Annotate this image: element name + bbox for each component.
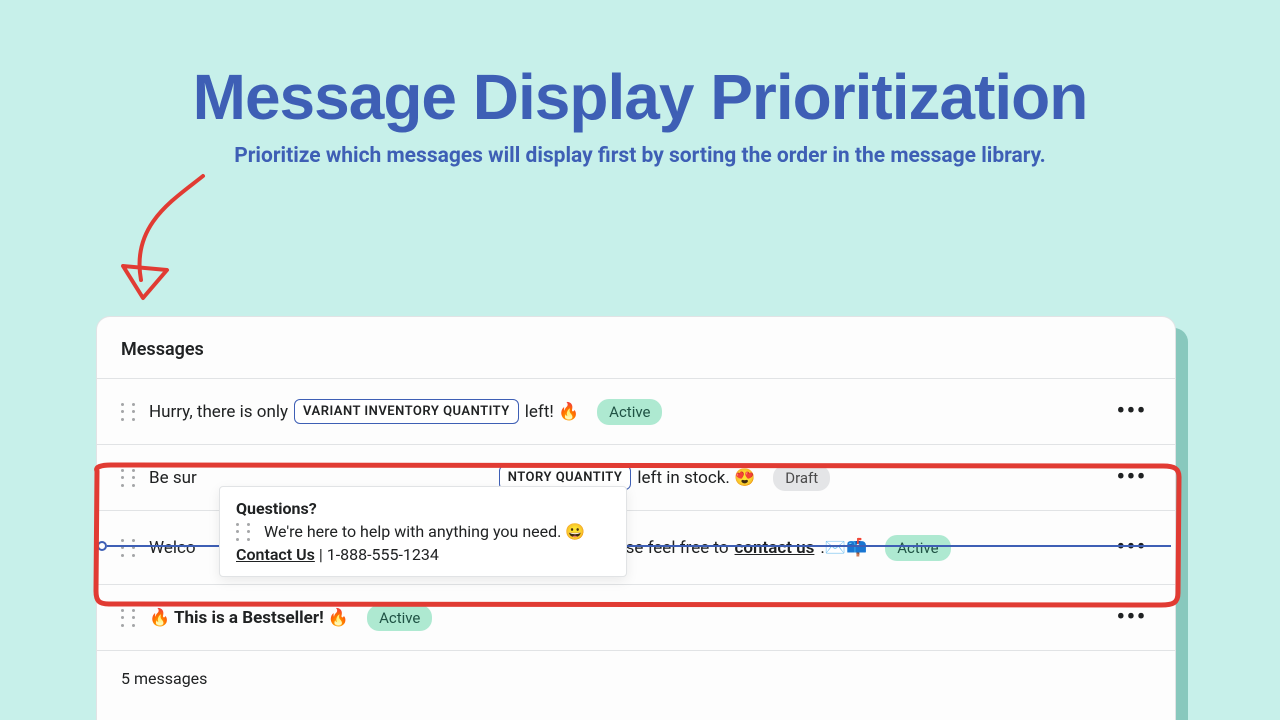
message-text: .✉️📫 bbox=[820, 538, 867, 558]
page-subtitle: Prioritize which messages will display f… bbox=[0, 144, 1280, 168]
card-header: Messages bbox=[97, 317, 1175, 379]
drag-handle-icon[interactable] bbox=[121, 609, 135, 627]
status-badge: Active bbox=[597, 399, 662, 425]
more-actions-icon[interactable]: ••• bbox=[1113, 461, 1151, 494]
message-text: Welco bbox=[149, 538, 196, 558]
contact-us-link[interactable]: Contact Us bbox=[236, 545, 315, 564]
contact-us-link[interactable]: contact us bbox=[735, 538, 815, 558]
drag-preview-title: Questions? bbox=[236, 499, 610, 518]
message-row[interactable]: 🔥 This is a Bestseller! 🔥 Active ••• bbox=[97, 585, 1175, 651]
status-badge: Active bbox=[367, 605, 432, 631]
status-badge: Draft bbox=[773, 465, 830, 491]
message-text: 🔥 This is a Bestseller! 🔥 bbox=[149, 608, 349, 628]
message-text: left! 🔥 bbox=[525, 402, 579, 422]
more-actions-icon[interactable]: ••• bbox=[1113, 601, 1151, 634]
drag-handle-icon[interactable] bbox=[121, 539, 135, 557]
drop-indicator-dot bbox=[97, 541, 107, 551]
messages-count: 5 messages bbox=[97, 651, 1175, 706]
variable-token[interactable]: VARIANT INVENTORY QUANTITY bbox=[294, 399, 519, 424]
drag-handle-icon[interactable] bbox=[121, 403, 135, 421]
page-title: Message Display Prioritization bbox=[0, 60, 1280, 134]
drag-preview-phone: | 1-888-555-1234 bbox=[315, 545, 439, 564]
dragged-message-preview[interactable]: Questions? We're here to help with anyth… bbox=[219, 486, 627, 577]
message-text: Hurry, there is only bbox=[149, 402, 288, 422]
message-text: left in stock. 😍 bbox=[637, 468, 755, 488]
message-text: se feel free to bbox=[626, 538, 729, 558]
arrow-annotation-icon bbox=[113, 170, 233, 320]
drag-handle-icon[interactable] bbox=[236, 523, 250, 541]
message-row[interactable]: Hurry, there is only VARIANT INVENTORY Q… bbox=[97, 379, 1175, 445]
more-actions-icon[interactable]: ••• bbox=[1113, 395, 1151, 428]
more-actions-icon[interactable]: ••• bbox=[1113, 531, 1151, 564]
message-text: Be sur bbox=[149, 468, 197, 488]
drag-handle-icon[interactable] bbox=[121, 469, 135, 487]
drag-preview-body: We're here to help with anything you nee… bbox=[264, 522, 585, 541]
status-badge: Active bbox=[885, 535, 950, 561]
